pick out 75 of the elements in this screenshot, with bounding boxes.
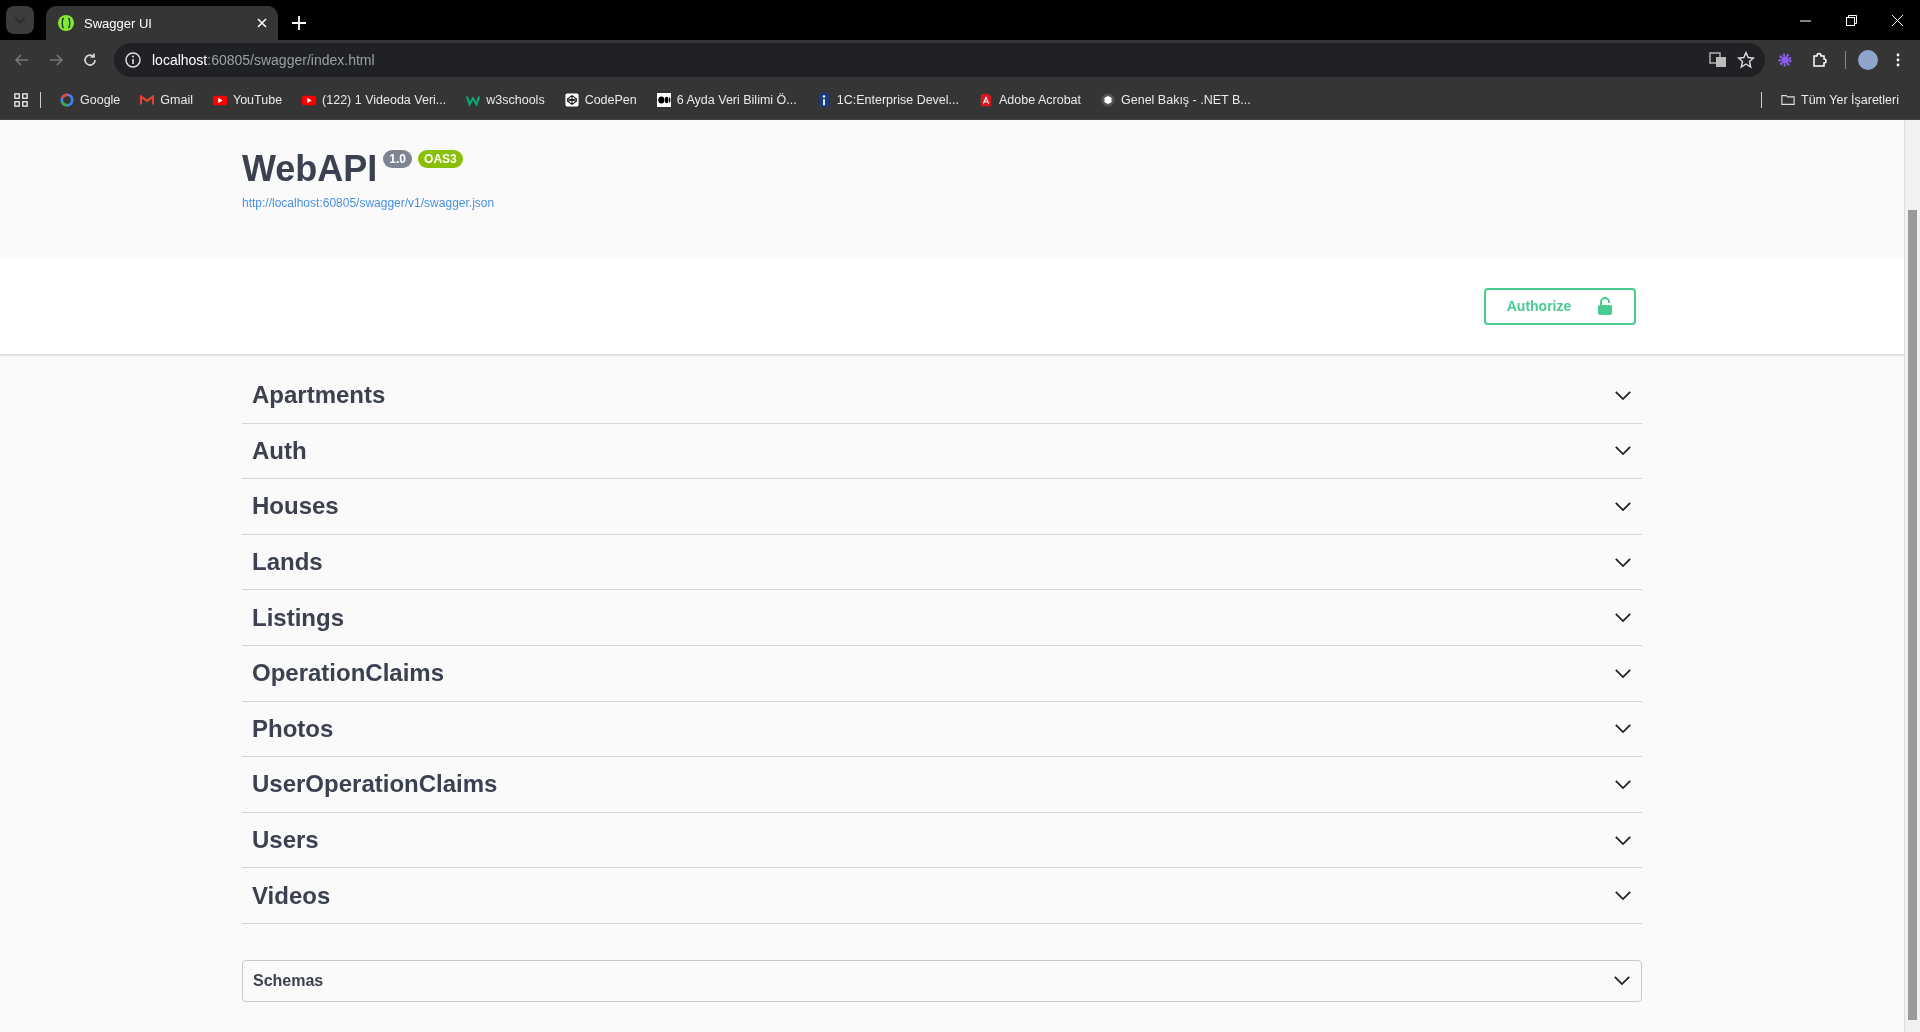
chevron-down-icon [1614, 723, 1632, 735]
bookmark-label: Gmail [160, 92, 193, 107]
chevron-down-icon [1613, 975, 1631, 987]
chevron-down-icon [1614, 501, 1632, 512]
tag-section-header[interactable]: Auth [242, 423, 1642, 480]
chevron-down-icon [1614, 612, 1632, 624]
bookmark[interactable]: 6 Ayda Veri Bilimi Ö... [649, 88, 804, 111]
folder-icon [1781, 92, 1796, 107]
new-tab-icon[interactable] [292, 16, 306, 30]
tag-section-header[interactable]: Listings [242, 590, 1642, 646]
tag-section-header[interactable]: Users [242, 812, 1642, 869]
chevron-down-icon [1614, 890, 1632, 902]
tag-section-header[interactable]: UserOperationClaims [242, 757, 1642, 813]
back-arrow-icon[interactable] [14, 52, 30, 68]
bookmark[interactable]: w3schools [459, 88, 552, 111]
avatar[interactable] [1858, 50, 1878, 70]
schemas-section-header[interactable]: Schemas [242, 959, 1642, 1002]
chevron-down-icon [1614, 389, 1632, 401]
bookmark[interactable]: YouTube [205, 88, 290, 111]
bookmark[interactable]: Google [53, 88, 128, 111]
info-icon[interactable] [124, 51, 142, 69]
puzzle-icon[interactable] [1811, 52, 1827, 68]
chevron-down-icon [1614, 834, 1632, 846]
address-field[interactable]: localhost:60805/swagger/index.html [152, 52, 375, 68]
bookmark-label: CodePen [584, 92, 637, 107]
bookmark-label: (122) 1 Videoda Veri... [322, 92, 447, 107]
cube-icon [1101, 92, 1116, 107]
cube-icon [564, 92, 579, 107]
ovals-icon [656, 92, 671, 107]
bookmark-label: Genel Bakış - .NET B... [1121, 92, 1251, 107]
tag-section-header[interactable]: OperationClaims [242, 645, 1642, 702]
bookmark-label: 6 Ayda Veri Bilimi Ö... [676, 92, 797, 107]
scrollbar[interactable] [1904, 120, 1920, 1032]
bookmark[interactable]: 1C:Enterprise Devel... [809, 88, 966, 111]
close-icon[interactable] [256, 17, 268, 29]
reload-icon[interactable] [82, 52, 98, 68]
version-badge: 1.0 [383, 150, 413, 168]
tag-section-header[interactable]: Houses [242, 479, 1642, 535]
padlock-icon [1597, 297, 1614, 315]
bookmark-label: Google [80, 92, 121, 107]
ring-icon [60, 92, 74, 107]
bookmark[interactable]: Gmail [133, 88, 200, 111]
bookmark-label: Tüm Yer İşaretleri [1801, 92, 1899, 107]
bookmark-label: 1C:Enterprise Devel... [836, 92, 959, 107]
bookmark[interactable]: CodePen [557, 88, 644, 111]
bookmark[interactable]: Adobe Acrobat [972, 88, 1089, 111]
tab-title: Swagger UI [84, 15, 153, 31]
envelope-icon [140, 92, 155, 107]
bookmark[interactable]: Genel Bakış - .NET B... [1094, 88, 1258, 111]
spec-badge: OAS3 [418, 150, 463, 168]
bookmark-label: YouTube [232, 92, 283, 107]
tag-section-header[interactable]: Lands [242, 534, 1642, 591]
tag-section-header[interactable]: Apartments [242, 368, 1642, 424]
restore-icon[interactable] [1845, 14, 1857, 26]
bookmark-folder[interactable]: Tüm Yer İşaretleri [1774, 88, 1906, 111]
bookmark[interactable]: (122) 1 Videoda Veri... [295, 88, 454, 111]
chevron-down-icon [1614, 667, 1632, 679]
apps-grid-icon[interactable] [14, 92, 28, 107]
info-icon [816, 92, 831, 107]
chevron-down-icon [1614, 556, 1632, 568]
forward-arrow-icon[interactable] [48, 52, 64, 68]
bookmark-label: w3schools [486, 92, 545, 107]
browser-tab[interactable]: Swagger UI [46, 6, 278, 40]
gear-icon[interactable] [1777, 52, 1793, 68]
bookmark-label: Adobe Acrobat [999, 92, 1082, 107]
braces-icon [58, 15, 74, 31]
star-icon[interactable] [1737, 51, 1755, 69]
chevron-down-icon [1614, 445, 1632, 457]
document-icon [979, 92, 993, 107]
tag-section-header[interactable]: Photos [242, 701, 1642, 758]
close-icon[interactable] [1891, 14, 1903, 26]
translate-icon[interactable] [1709, 51, 1727, 69]
api-title: WebAPI [242, 148, 378, 190]
chevron-down-icon [1614, 778, 1632, 790]
tag-section-header[interactable]: Videos [242, 868, 1642, 924]
